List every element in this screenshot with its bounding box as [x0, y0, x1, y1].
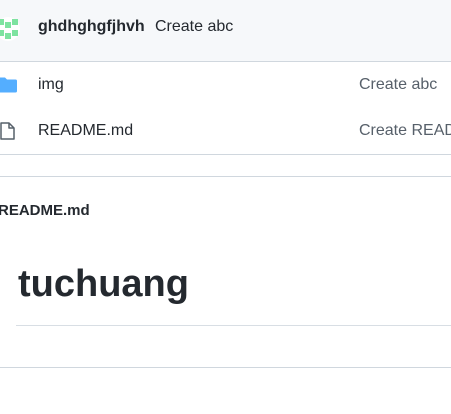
file-row-img[interactable]: img Create abc	[0, 62, 451, 109]
readme-divider	[0, 176, 451, 177]
avatar[interactable]	[0, 17, 20, 41]
latest-commit-row: ghdhghgfjhvh Create abc	[0, 0, 451, 62]
repo-file-browser: ghdhghgfjhvh Create abc img Create abc R…	[0, 0, 451, 414]
file-icon	[0, 122, 15, 140]
file-row-readme[interactable]: README.md Create READ	[0, 108, 451, 155]
commit-message-link[interactable]: Create abc	[155, 18, 233, 36]
file-name-link[interactable]: README.md	[38, 122, 133, 140]
folder-icon	[0, 77, 17, 93]
commit-author-link[interactable]: ghdhghgfjhvh	[38, 18, 145, 36]
file-commit-message-link[interactable]: Create READ	[359, 122, 451, 140]
readme-bottom-divider	[0, 367, 451, 368]
file-name-link[interactable]: img	[38, 76, 64, 94]
heading-underline	[16, 325, 451, 326]
readme-header-title[interactable]: README.md	[0, 202, 90, 219]
readme-heading: tuchuang	[18, 263, 189, 305]
file-commit-message-link[interactable]: Create abc	[359, 76, 437, 94]
